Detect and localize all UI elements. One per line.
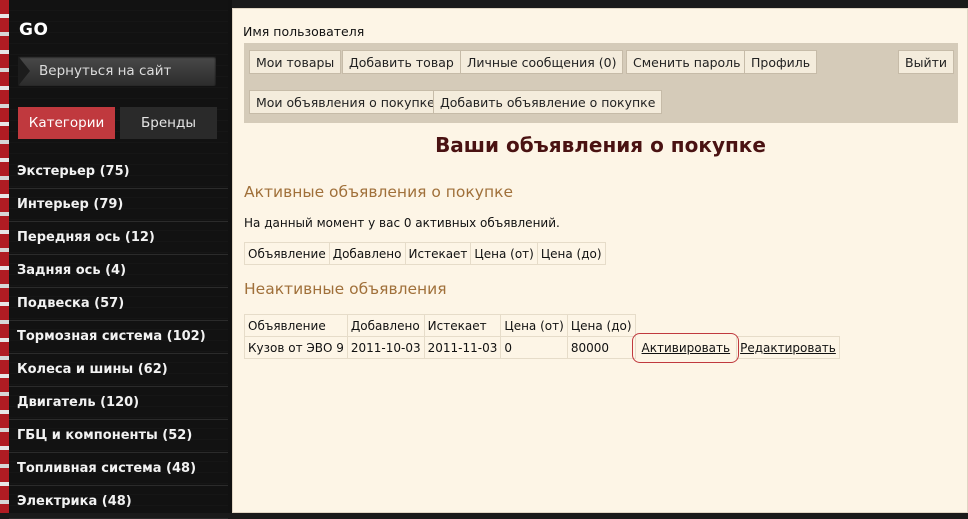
category-item[interactable]: Колеса и шины (62) bbox=[9, 354, 228, 387]
decorative-stripe bbox=[0, 0, 9, 513]
category-item[interactable]: Двигатель (120) bbox=[9, 387, 228, 420]
inactive-ads-heading: Неактивные объявления bbox=[244, 280, 447, 298]
change-password-button[interactable]: Сменить пароль bbox=[626, 50, 748, 74]
back-to-site-label: Вернуться на сайт bbox=[39, 63, 172, 79]
table-row: Кузов от ЭВО 9 2011-10-03 2011-11-03 0 8… bbox=[244, 332, 840, 363]
edit-link[interactable]: Редактировать bbox=[740, 341, 836, 355]
add-ad-button[interactable]: Добавить объявление о покупке bbox=[433, 90, 663, 114]
column-header: Добавлено bbox=[346, 314, 425, 337]
category-item[interactable]: Экстерьер (75) bbox=[9, 156, 228, 189]
column-header: Добавлено bbox=[328, 242, 406, 265]
column-header: Цена (до) bbox=[536, 242, 606, 265]
column-header: Цена (от) bbox=[470, 242, 538, 265]
column-header: Истекает bbox=[423, 314, 502, 337]
expires-date-cell: 2011-11-03 bbox=[423, 336, 502, 359]
category-item[interactable]: Задняя ось (4) bbox=[9, 255, 228, 288]
page-title: Ваши объявления о покупке bbox=[435, 133, 766, 157]
column-header: Цена (до) bbox=[566, 314, 636, 337]
messages-button[interactable]: Личные сообщения (0) bbox=[460, 50, 624, 74]
column-header: Цена (от) bbox=[500, 314, 568, 337]
category-item[interactable]: Топливная система (48) bbox=[9, 453, 228, 486]
add-item-button[interactable]: Добавить товар bbox=[342, 50, 461, 74]
category-item[interactable]: Подвеска (57) bbox=[9, 288, 228, 321]
column-header: Объявление bbox=[244, 314, 348, 337]
tab-brands[interactable]: Бренды bbox=[120, 107, 217, 139]
edit-cell: Редактировать bbox=[736, 336, 840, 359]
table-header-row: Объявление Добавлено Истекает Цена (от) … bbox=[244, 314, 840, 337]
tab-categories[interactable]: Категории bbox=[18, 107, 115, 139]
added-date-cell: 2011-10-03 bbox=[346, 336, 425, 359]
table-header-row: Объявление Добавлено Истекает Цена (от) … bbox=[244, 242, 606, 265]
category-item[interactable]: Передняя ось (12) bbox=[9, 222, 228, 255]
username-label: Имя пользователя bbox=[243, 24, 365, 39]
back-to-site-button[interactable]: Вернуться на сайт bbox=[18, 56, 216, 86]
active-ads-table: Объявление Добавлено Истекает Цена (от) … bbox=[244, 242, 606, 265]
inactive-ads-table: Объявление Добавлено Истекает Цена (от) … bbox=[244, 314, 840, 363]
column-header: Истекает bbox=[404, 242, 472, 265]
sidebar: GO Вернуться на сайт Категории Бренды Эк… bbox=[0, 0, 228, 519]
profile-button[interactable]: Профиль bbox=[744, 50, 818, 74]
category-item[interactable]: Электрика (48) bbox=[9, 486, 228, 519]
category-item[interactable]: Тормозная система (102) bbox=[9, 321, 228, 354]
category-list: Экстерьер (75) Интерьер (79) Передняя ос… bbox=[9, 156, 228, 519]
category-item[interactable]: Интерьер (79) bbox=[9, 189, 228, 222]
site-logo[interactable]: GO bbox=[19, 20, 48, 40]
activate-cell: Активировать bbox=[631, 332, 740, 363]
main-panel: Имя пользователя Мои товары Добавить тов… bbox=[232, 8, 968, 513]
account-toolbar: Мои товары Добавить товар Личные сообщен… bbox=[244, 43, 958, 123]
active-ads-heading: Активные объявления о покупке bbox=[244, 183, 513, 201]
my-ads-button[interactable]: Мои объявления о покупке bbox=[249, 90, 442, 114]
column-header: Объявление bbox=[244, 242, 330, 265]
price-to-cell: 80000 bbox=[566, 336, 636, 359]
my-items-button[interactable]: Мои товары bbox=[249, 50, 342, 74]
price-from-cell: 0 bbox=[500, 336, 568, 359]
arrow-left-icon bbox=[18, 56, 30, 86]
category-item[interactable]: ГБЦ и компоненты (52) bbox=[9, 420, 228, 453]
active-ads-note: На данный момент у вас 0 активных объявл… bbox=[244, 216, 560, 230]
logout-button[interactable]: Выйти bbox=[898, 50, 954, 74]
highlight-ring bbox=[631, 332, 740, 363]
ad-name-cell: Кузов от ЭВО 9 bbox=[244, 336, 348, 359]
